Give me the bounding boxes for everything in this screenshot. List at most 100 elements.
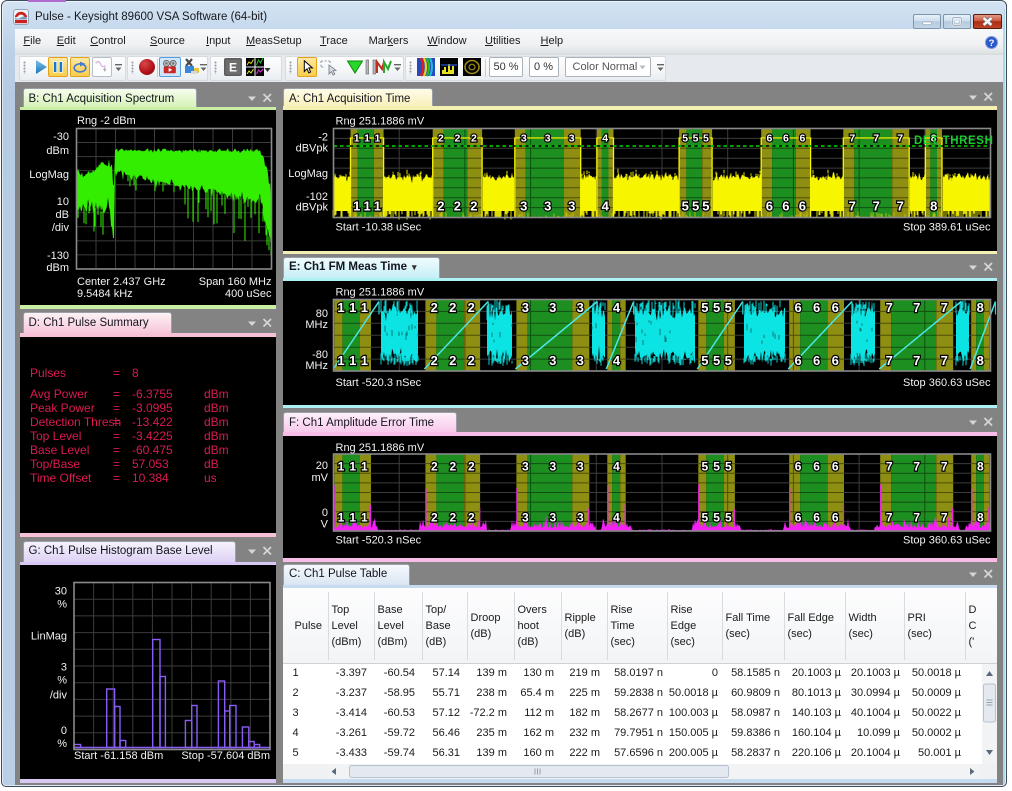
svg-text:6: 6 [782,199,789,214]
svg-text:5: 5 [692,133,698,145]
svg-text:V: V [320,518,328,530]
svg-text:5: 5 [691,199,698,214]
svg-text:9.5484 kHz: 9.5484 kHz [77,288,133,300]
svg-text:6: 6 [812,353,819,368]
svg-text:1: 1 [360,353,367,368]
svg-text:3: 3 [568,133,574,145]
svg-text:Rng 251.1886 mV: Rng 251.1886 mV [335,287,424,299]
svg-text:dBVpk: dBVpk [295,143,328,155]
svg-text:MHz: MHz [305,319,328,331]
svg-text:1: 1 [353,199,360,214]
svg-text:4: 4 [612,300,620,315]
svg-text:7: 7 [913,459,920,473]
svg-text:2: 2 [437,199,444,214]
svg-text:3: 3 [522,510,529,524]
svg-text:E: E [229,61,237,75]
svg-text:7: 7 [885,510,892,524]
svg-text:2: 2 [437,133,443,145]
svg-text:3: 3 [549,510,556,524]
svg-text:5: 5 [713,510,720,524]
svg-text:6: 6 [831,459,838,473]
svg-text:7: 7 [913,510,920,524]
svg-text:3: 3 [522,459,529,473]
svg-text:2: 2 [449,510,456,524]
svg-text:6: 6 [765,199,772,214]
svg-text:3: 3 [549,353,556,368]
svg-text:%: % [57,599,67,611]
svg-text:6: 6 [794,300,801,315]
svg-text:5: 5 [701,459,708,473]
svg-text:1: 1 [349,459,356,473]
svg-text:2: 2 [430,459,437,473]
svg-text:7: 7 [885,459,892,473]
svg-text:2: 2 [453,199,460,214]
svg-text:7: 7 [913,300,920,315]
svg-text:dBm: dBm [46,262,69,274]
svg-text:1: 1 [349,300,356,315]
svg-text:2: 2 [467,353,474,368]
svg-text:7: 7 [913,353,920,368]
svg-text:8: 8 [976,300,983,315]
svg-text:1: 1 [363,199,370,214]
svg-text:30: 30 [55,586,67,598]
svg-text:1: 1 [353,133,359,145]
svg-text:1: 1 [337,459,344,473]
svg-text:Rng 251.1886 mV: Rng 251.1886 mV [335,442,424,454]
svg-text:3: 3 [61,662,67,674]
svg-text:Start -520.3 nSec: Start -520.3 nSec [335,377,421,389]
svg-text:2: 2 [467,510,474,524]
svg-text:2: 2 [467,459,474,473]
svg-text:6: 6 [794,510,801,524]
svg-text:7: 7 [940,353,947,368]
svg-text:5: 5 [724,353,731,368]
svg-text:5: 5 [681,199,688,214]
svg-text:4: 4 [602,133,608,145]
svg-text:2: 2 [449,353,456,368]
svg-text:1: 1 [337,510,344,524]
svg-text:/div: /div [50,690,68,702]
svg-text:6: 6 [782,133,788,145]
svg-text:-30: -30 [53,131,69,143]
svg-text:1: 1 [349,510,356,524]
svg-text:3: 3 [568,199,575,214]
svg-text:20: 20 [315,460,327,472]
svg-text:Stop 389.61 uSec: Stop 389.61 uSec [903,222,991,234]
svg-text:Rng -2 dBm: Rng -2 dBm [77,115,136,127]
svg-text:7: 7 [897,133,903,145]
svg-text:2: 2 [430,300,437,315]
svg-text:5: 5 [701,300,708,315]
svg-text:7: 7 [940,510,947,524]
svg-text:7: 7 [885,353,892,368]
svg-text:Span 160 MHz: Span 160 MHz [199,276,272,288]
svg-text:-130: -130 [47,250,69,262]
svg-text:400 uSec: 400 uSec [225,288,272,300]
svg-text:dB: dB [56,209,69,221]
svg-text:2: 2 [430,510,437,524]
svg-text:Stop 360.63 uSec: Stop 360.63 uSec [903,377,991,389]
svg-text:1: 1 [361,459,368,473]
svg-text:5: 5 [682,133,688,145]
svg-text:7: 7 [873,133,879,145]
svg-text:3: 3 [576,353,583,368]
svg-text:3: 3 [544,133,550,145]
svg-text:7: 7 [885,300,892,315]
svg-text:1: 1 [349,353,356,368]
svg-text:6: 6 [794,353,801,368]
svg-text:Stop -57.604 dBm: Stop -57.604 dBm [181,750,270,762]
svg-text:1: 1 [374,133,380,145]
svg-text:6: 6 [813,459,820,473]
svg-text:2: 2 [449,459,456,473]
svg-text:DET THRESH: DET THRESH [914,135,993,147]
svg-text:5: 5 [713,459,720,473]
svg-text:7: 7 [848,199,855,214]
svg-text:7: 7 [849,133,855,145]
svg-text:6: 6 [831,510,838,524]
svg-text:1: 1 [337,300,344,315]
svg-text:6: 6 [831,353,838,368]
svg-text:7: 7 [896,199,903,214]
svg-text:0: 0 [321,507,327,519]
svg-text:5: 5 [701,510,708,524]
svg-text:8: 8 [930,199,937,214]
svg-text:dBVpk: dBVpk [295,202,328,214]
svg-text:8: 8 [976,353,983,368]
